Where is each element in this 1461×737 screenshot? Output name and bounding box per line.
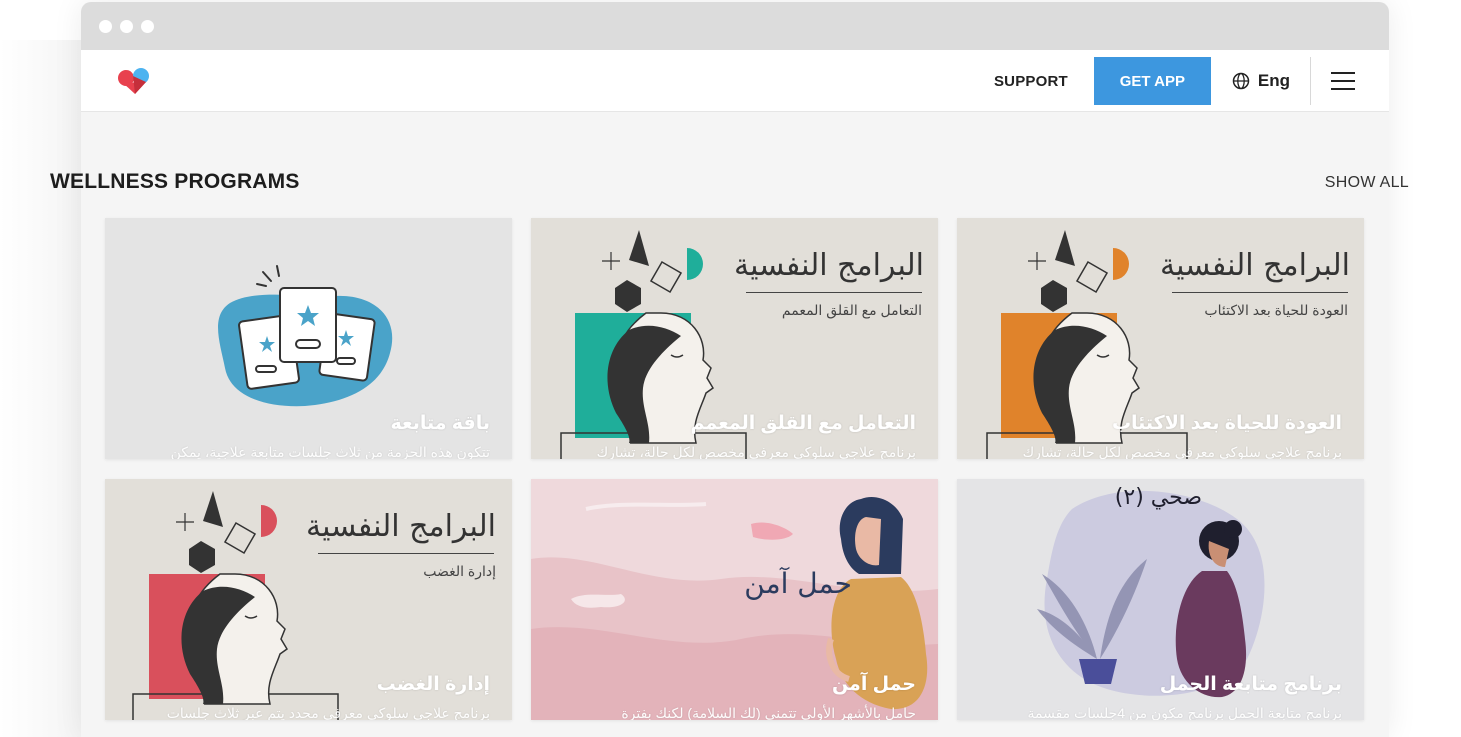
card-art-heading: البرامج النفسية xyxy=(306,509,496,544)
card-description: برنامج علاجي سلوكي معرفي محدد يتم عبر ثل… xyxy=(166,705,490,720)
card-title: باقة متابعة xyxy=(390,413,490,434)
card-description: حامل بالأشهر الأولى تتمنى (لك السلامة) ل… xyxy=(621,705,916,720)
card-description: برنامج علاجي سلوكي معرفي مخصص لكل حالة، … xyxy=(1022,444,1342,459)
window-dot[interactable] xyxy=(141,19,154,33)
program-card[interactable]: البرامج النفسية العودة للحياة بعد الاكتئ… xyxy=(957,218,1364,459)
card-art-subtitle: العودة للحياة بعد الاكتئاب xyxy=(1204,302,1348,318)
card-art-heading: حمل آمن xyxy=(744,567,852,600)
hamburger-menu-icon[interactable] xyxy=(1331,72,1355,90)
program-card[interactable]: صحي (٢) برنامج متابعة الحمل برنامج متابع… xyxy=(957,479,1364,720)
section-title: WELLNESS PROGRAMS xyxy=(50,170,300,193)
page-shadow xyxy=(0,40,90,737)
brand-logo-icon[interactable] xyxy=(115,66,155,96)
card-art-rule xyxy=(746,292,922,293)
card-title: حمل آمن xyxy=(831,674,916,695)
card-title: إدارة الغضب xyxy=(376,674,490,695)
card-title: التعامل مع القلق المعمم xyxy=(690,413,916,434)
program-card[interactable]: باقة متابعة تتكون هذه الحزمة من ثلاث جلس… xyxy=(105,218,512,459)
program-card[interactable]: حمل آمن حمل آمن حامل بالأشهر الأولى تتمن… xyxy=(531,479,938,720)
language-label: Eng xyxy=(1257,71,1290,90)
show-all-link[interactable]: SHOW ALL xyxy=(1325,174,1409,192)
card-art-heading: البرامج النفسية xyxy=(1160,248,1350,283)
window-dot[interactable] xyxy=(120,19,133,33)
card-art-subtitle: إدارة الغضب xyxy=(423,563,496,579)
support-link[interactable]: SUPPORT xyxy=(994,73,1068,90)
window-dot[interactable] xyxy=(99,19,112,33)
language-selector[interactable]: Eng xyxy=(1232,71,1290,91)
card-title: برنامج متابعة الحمل xyxy=(1159,674,1342,695)
program-card[interactable]: البرامج النفسية إدارة الغضب إدارة الغضب … xyxy=(105,479,512,720)
card-art-heading: صحي (٢) xyxy=(1114,485,1202,510)
window-chrome xyxy=(81,2,1389,50)
program-card[interactable]: البرامج النفسية التعامل مع القلق المعمم … xyxy=(531,218,938,459)
nav-divider xyxy=(1310,57,1311,105)
top-navbar: SUPPORT GET APP Eng xyxy=(81,50,1389,112)
card-description: تتكون هذه الحزمة من ثلاث جلسات متابعة عل… xyxy=(170,444,490,459)
globe-icon xyxy=(1232,72,1250,90)
get-app-button[interactable]: GET APP xyxy=(1093,57,1211,105)
card-description: برنامج متابعة الحمل برنامج مكون من 4جلسا… xyxy=(1027,705,1342,720)
card-description: برنامج علاجي سلوكي معرفي مخصص لكل حالة، … xyxy=(596,444,916,459)
card-art-rule xyxy=(1172,292,1348,293)
card-art-rule xyxy=(318,553,494,554)
card-art-heading: البرامج النفسية xyxy=(734,248,924,283)
card-title: العودة للحياة بعد الاكتئاب xyxy=(1111,413,1342,434)
card-art-subtitle: التعامل مع القلق المعمم xyxy=(781,302,922,318)
